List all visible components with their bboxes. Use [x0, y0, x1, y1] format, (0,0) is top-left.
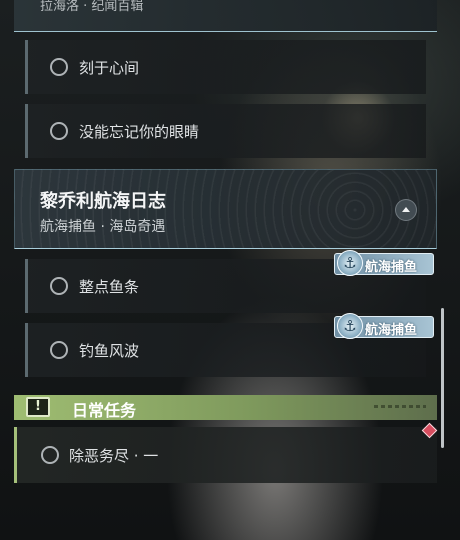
- circle-outline-icon: [50, 341, 68, 359]
- circle-outline-icon: [50, 58, 68, 76]
- scrollbar[interactable]: [441, 308, 444, 448]
- exclamation-icon: !: [26, 397, 50, 417]
- task-label: 没能忘记你的眼睛: [79, 123, 200, 141]
- tag-label: 航海捕鱼: [365, 260, 418, 275]
- chapter-title: 黎乔利航海日志: [40, 191, 166, 212]
- chevron-up-icon[interactable]: [395, 199, 417, 221]
- anchor-icon: ⚓: [337, 250, 363, 276]
- daily-section-header[interactable]: ! 日常任务: [14, 395, 437, 420]
- circle-outline-icon: [41, 446, 59, 464]
- circle-outline-icon: [50, 122, 68, 140]
- task-row[interactable]: 没能忘记你的眼睛: [25, 104, 426, 158]
- tag-label: 航海捕鱼: [365, 323, 418, 338]
- daily-task-row[interactable]: 除恶务尽 · 一: [14, 422, 438, 483]
- diamond-marker-icon: [421, 422, 438, 439]
- task-category-tag: ⚓ 航海捕鱼: [334, 250, 434, 276]
- section-title: 日常任务: [72, 401, 137, 420]
- chapter-card[interactable]: 黎乔利航海日志 航海捕鱼 · 海岛奇遇: [14, 169, 437, 249]
- circle-outline-icon: [50, 277, 68, 295]
- anchor-icon: ⚓: [337, 313, 363, 339]
- task-label: 钓鱼风波: [79, 342, 140, 360]
- task-category-tag: ⚓ 航海捕鱼: [334, 313, 434, 339]
- task-row[interactable]: 刻于心间: [25, 40, 426, 94]
- chapter-subtitle: 航海捕鱼 · 海岛奇遇: [40, 219, 166, 235]
- previous-chapter-card[interactable]: 拉海洛 · 纪闻百辑: [14, 0, 437, 32]
- task-label: 除恶务尽 · 一: [69, 447, 159, 465]
- task-label: 整点鱼条: [79, 278, 140, 296]
- task-label: 刻于心间: [79, 59, 140, 77]
- header-decoration: [374, 405, 426, 408]
- previous-chapter-subtitle: 拉海洛 · 纪闻百辑: [40, 0, 144, 14]
